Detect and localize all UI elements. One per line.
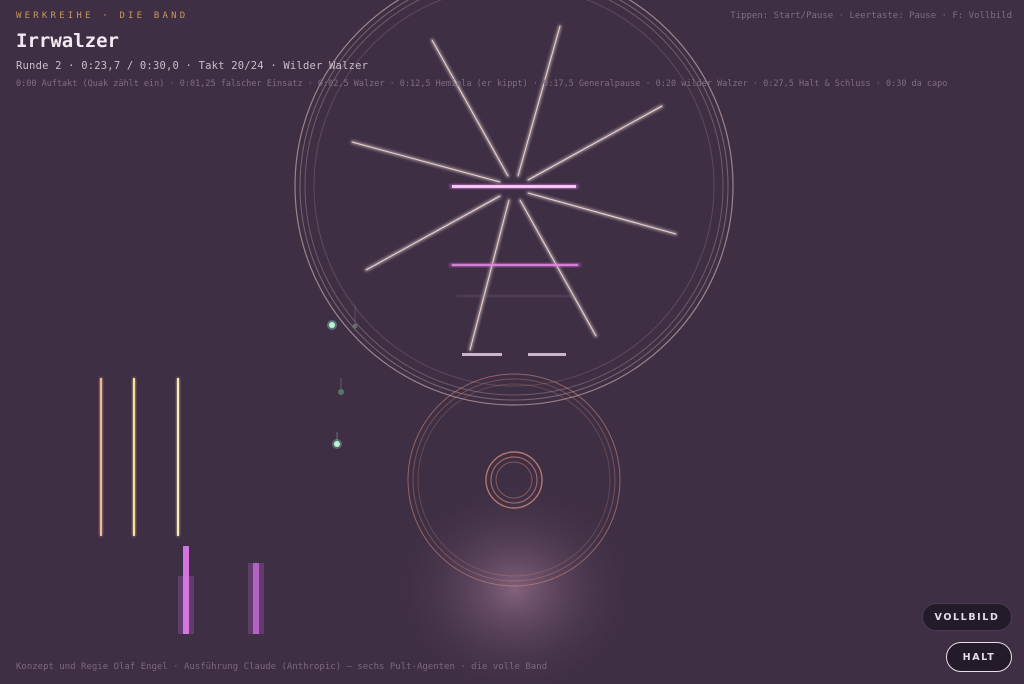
wheel-hub-bars xyxy=(450,184,580,356)
string-bars xyxy=(99,378,180,536)
section-timeline: 0:00 Auftakt (Quak zählt ein) · 0:01,25 … xyxy=(16,79,948,89)
keyboard-hint: Tippen: Start/Pause · Leertaste: Pause ·… xyxy=(730,11,1012,21)
page-title: Irrwalzer xyxy=(16,30,119,52)
bass-bars xyxy=(178,546,264,634)
credits-footer: Konzept und Regie Olaf Engel · Ausführun… xyxy=(16,662,548,672)
green-notes xyxy=(327,305,358,449)
fullscreen-button[interactable]: VOLLBILD xyxy=(922,603,1012,631)
visualizer-stage[interactable] xyxy=(0,0,1024,684)
series-label: WERKREIHE · DIE BAND xyxy=(16,11,189,21)
playback-status: Runde 2 · 0:23,7 / 0:30,0 · Takt 20/24 ·… xyxy=(16,60,369,72)
glow-halo xyxy=(390,480,640,684)
halt-button[interactable]: HALT xyxy=(946,642,1012,672)
